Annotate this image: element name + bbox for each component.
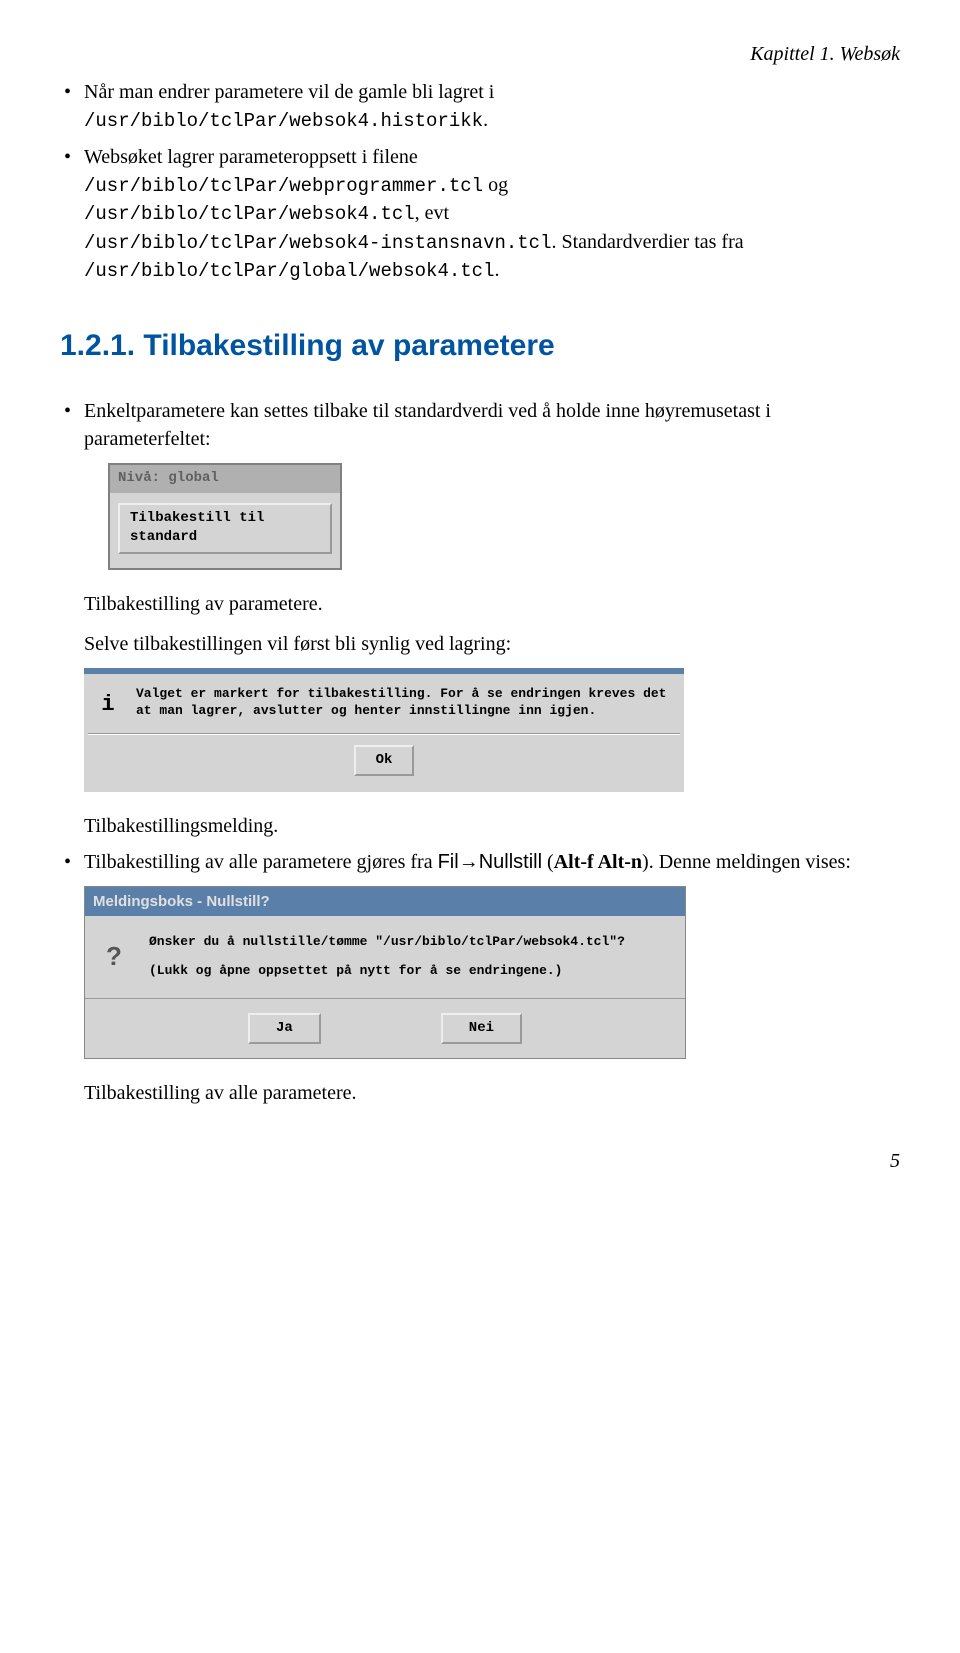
period: .: [483, 109, 488, 131]
text: Enkeltparametere kan settes tilbake til …: [84, 400, 771, 450]
path3: /usr/biblo/tclPar/websok4-instansnavn.tc…: [84, 232, 551, 254]
question-icon: ?: [99, 938, 129, 974]
ok-button[interactable]: Ok: [354, 745, 415, 777]
section-title: Tilbakestilling av parametere: [143, 329, 554, 362]
text-c: ). Denne meldingen vises:: [642, 851, 851, 873]
period: .: [494, 259, 499, 281]
arrow: →: [459, 851, 479, 873]
page-number: 5: [60, 1147, 900, 1175]
dialog-nullstill-msg2: (Lukk og åpne oppsettet på nytt for å se…: [149, 961, 671, 982]
bullet-param-files: Websøket lagrer parameteroppsett i filen…: [60, 143, 900, 285]
reset-to-standard-button[interactable]: Tilbakestill til standard: [118, 503, 332, 554]
path2: /usr/biblo/tclPar/websok4.tcl: [84, 203, 415, 225]
dialog-info: i Valget er markert for tilbakestilling.…: [84, 668, 684, 792]
dialog-nullstill: Meldingsboks - Nullstill? ? Ønsker du å …: [84, 886, 686, 1059]
text-b: (: [542, 851, 554, 873]
dialog-context-menu: Nivå: global Tilbakestill til standard: [108, 463, 342, 570]
chapter-header: Kapittel 1. Websøk: [60, 40, 900, 68]
caption-reset-all: Tilbakestilling av alle parametere.: [84, 1079, 900, 1107]
word-og: og: [483, 174, 508, 196]
dialog-title: Nivå: global: [110, 465, 340, 493]
shortcut: Alt-f Alt-n: [554, 851, 642, 873]
dialog-nullstill-title: Meldingsboks - Nullstill?: [85, 887, 685, 916]
yes-button[interactable]: Ja: [248, 1013, 321, 1045]
caption-reset-message: Tilbakestillingsmelding.: [84, 812, 900, 840]
dialog-info-message: Valget er markert for tilbakestilling. F…: [136, 686, 672, 720]
text: Når man endrer parametere vil de gamle b…: [84, 81, 494, 103]
text: Websøket lagrer parameteroppsett i filen…: [84, 146, 418, 168]
no-button[interactable]: Nei: [441, 1013, 522, 1045]
text-a: Tilbakestilling av alle parametere gjøre…: [84, 851, 438, 873]
bullet-reset-single: Enkeltparametere kan settes tilbake til …: [60, 397, 900, 840]
section-number: 1.2.1.: [60, 329, 135, 362]
caption-reset-param: Tilbakestilling av parametere.: [84, 590, 900, 618]
section-heading: 1.2.1. Tilbakestilling av parametere: [60, 325, 900, 367]
path: /usr/biblo/tclPar/websok4.historikk: [84, 110, 483, 132]
menu-fil: Fil: [438, 851, 459, 873]
caption-visible-on-save: Selve tilbakestillingen vil først bli sy…: [84, 630, 900, 658]
word-evt: , evt: [415, 202, 449, 224]
path4: /usr/biblo/tclPar/global/websok4.tcl: [84, 260, 494, 282]
bullet-reset-all: Tilbakestilling av alle parametere gjøre…: [60, 848, 900, 1107]
path1: /usr/biblo/tclPar/webprogrammer.tcl: [84, 175, 483, 197]
menu-nullstill: Nullstill: [479, 851, 542, 873]
dialog-nullstill-msg1: Ønsker du å nullstille/tømme "/usr/biblo…: [149, 932, 671, 953]
bullet-param-historikk: Når man endrer parametere vil de gamle b…: [60, 78, 900, 135]
info-icon: i: [96, 690, 120, 721]
tail: . Standardverdier tas fra: [551, 231, 743, 253]
